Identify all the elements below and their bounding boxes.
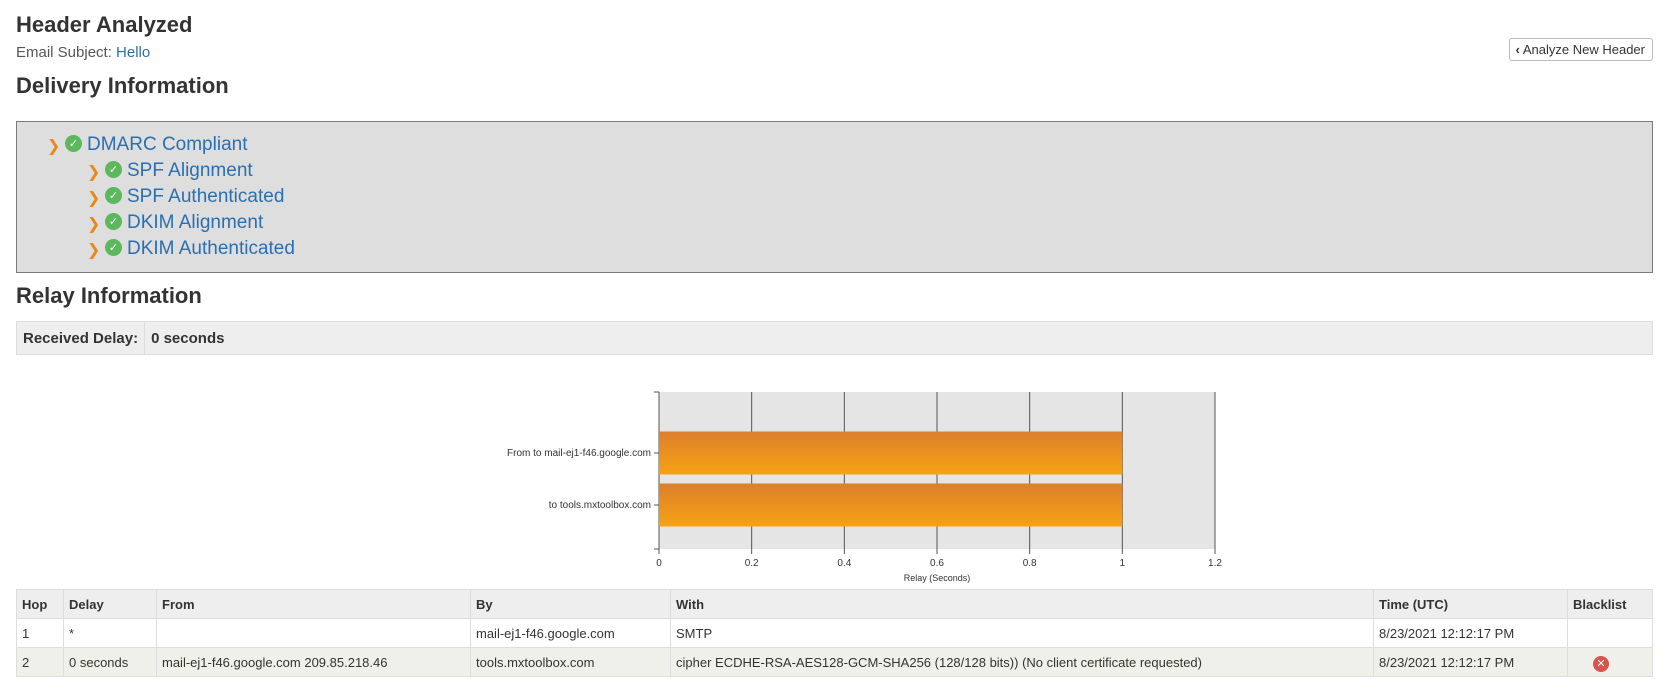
chart-y-tick-label: From to mail-ej1-f46.google.com [507, 448, 651, 459]
delivery-tree: ❯ ✓ DMARC Compliant ❯ ✓ SPF Alignment ❯ … [16, 121, 1653, 273]
analyze-new-header-label: Analyze New Header [1522, 42, 1645, 57]
tree-item-spf-authenticated[interactable]: ❯ ✓ SPF Authenticated [87, 186, 284, 208]
dkim-alignment-link[interactable]: DKIM Alignment [127, 212, 263, 234]
chevron-right-icon[interactable]: ❯ [87, 162, 105, 181]
chevron-right-icon[interactable]: ❯ [87, 188, 105, 207]
chart-x-tick-label: 0.2 [745, 558, 759, 569]
chart-y-tick-label: to tools.mxtoolbox.com [549, 500, 651, 511]
by-cell: mail-ej1-f46.google.com [470, 618, 671, 648]
tree-item-dkim-authenticated[interactable]: ❯ ✓ DKIM Authenticated [87, 238, 295, 260]
check-circle-icon: ✓ [105, 238, 122, 256]
page-title: Header Analyzed [16, 12, 193, 37]
chart-bar [659, 483, 1123, 527]
chevron-right-icon[interactable]: ❯ [87, 240, 105, 259]
check-circle-icon: ✓ [105, 160, 122, 178]
relay-table: Hop Delay From By With Time (UTC) Blackl… [16, 589, 1653, 677]
delay-cell: * [63, 618, 157, 648]
delay-cell: 0 seconds [63, 647, 157, 677]
by-cell: tools.mxtoolbox.com [470, 647, 671, 677]
email-subject-link[interactable]: Hello [116, 44, 150, 61]
close-circle-icon[interactable]: ✕ [1593, 655, 1609, 672]
col-from-header: From [156, 589, 471, 619]
check-circle-icon: ✓ [105, 186, 122, 204]
received-delay-label: Received Delay: [17, 322, 146, 354]
col-hop-header: Hop [16, 589, 64, 619]
check-circle-icon: ✓ [105, 212, 122, 230]
chart-x-tick-label: 1.2 [1208, 558, 1222, 569]
chart-x-axis-label: Relay (Seconds) [904, 573, 971, 583]
dmarc-compliant-link[interactable]: DMARC Compliant [87, 134, 247, 156]
relay-information-heading: Relay Information [16, 283, 202, 308]
chevron-left-icon: ‹ [1515, 42, 1520, 57]
check-circle-icon: ✓ [65, 134, 82, 152]
received-delay-row: Received Delay: 0 seconds [16, 321, 1653, 355]
chart-bar [659, 431, 1123, 475]
time-cell: 8/23/2021 12:12:17 PM [1373, 647, 1568, 677]
from-cell: mail-ej1-f46.google.com 209.85.218.46 [156, 647, 471, 677]
tree-item-dkim-alignment[interactable]: ❯ ✓ DKIM Alignment [87, 212, 263, 234]
table-row: 2 0 seconds mail-ej1-f46.google.com 209.… [16, 647, 1653, 677]
dkim-authenticated-link[interactable]: DKIM Authenticated [127, 238, 295, 260]
delivery-information-heading: Delivery Information [16, 73, 229, 98]
blacklist-cell: ✕ [1567, 647, 1653, 677]
hop-cell: 1 [16, 618, 64, 648]
with-cell: cipher ECDHE-RSA-AES128-GCM-SHA256 (128/… [670, 647, 1374, 677]
email-subject-label: Email Subject: [16, 44, 112, 61]
chart-x-tick-label: 0 [656, 558, 662, 569]
from-cell [156, 618, 471, 648]
spf-authenticated-link[interactable]: SPF Authenticated [127, 186, 284, 208]
spf-alignment-link[interactable]: SPF Alignment [127, 160, 253, 182]
relay-delay-chart: 0 0.2 0.4 0.6 0.8 1 1.2 From to mail-ej1-f46.go… [507, 391, 1222, 583]
hop-cell: 2 [16, 647, 64, 677]
chart-x-tick-label: 0.4 [837, 558, 851, 569]
col-delay-header: Delay [63, 589, 157, 619]
tree-item-dmarc-compliant[interactable]: ❯ ✓ DMARC Compliant [47, 134, 247, 156]
email-subject: Email Subject: Hello [16, 44, 150, 61]
table-row: 1 * mail-ej1-f46.google.com SMTP 8/23/20… [16, 618, 1653, 648]
col-time-header: Time (UTC) [1373, 589, 1568, 619]
received-delay-value: 0 seconds [151, 329, 225, 347]
tree-item-spf-alignment[interactable]: ❯ ✓ SPF Alignment [87, 160, 253, 182]
chevron-right-icon[interactable]: ❯ [87, 214, 105, 233]
with-cell: SMTP [670, 618, 1374, 648]
chart-x-tick-label: 0.6 [930, 558, 944, 569]
col-by-header: By [470, 589, 671, 619]
time-cell: 8/23/2021 12:12:17 PM [1373, 618, 1568, 648]
chart-x-tick-label: 0.8 [1023, 558, 1037, 569]
chart-x-tick-label: 1 [1120, 558, 1126, 569]
blacklist-cell [1567, 618, 1653, 648]
analyze-new-header-button[interactable]: ‹ Analyze New Header [1508, 38, 1653, 61]
chevron-right-icon[interactable]: ❯ [47, 136, 65, 155]
col-blacklist-header: Blacklist [1567, 589, 1653, 619]
table-header-row: Hop Delay From By With Time (UTC) Blackl… [16, 589, 1653, 619]
col-with-header: With [670, 589, 1374, 619]
